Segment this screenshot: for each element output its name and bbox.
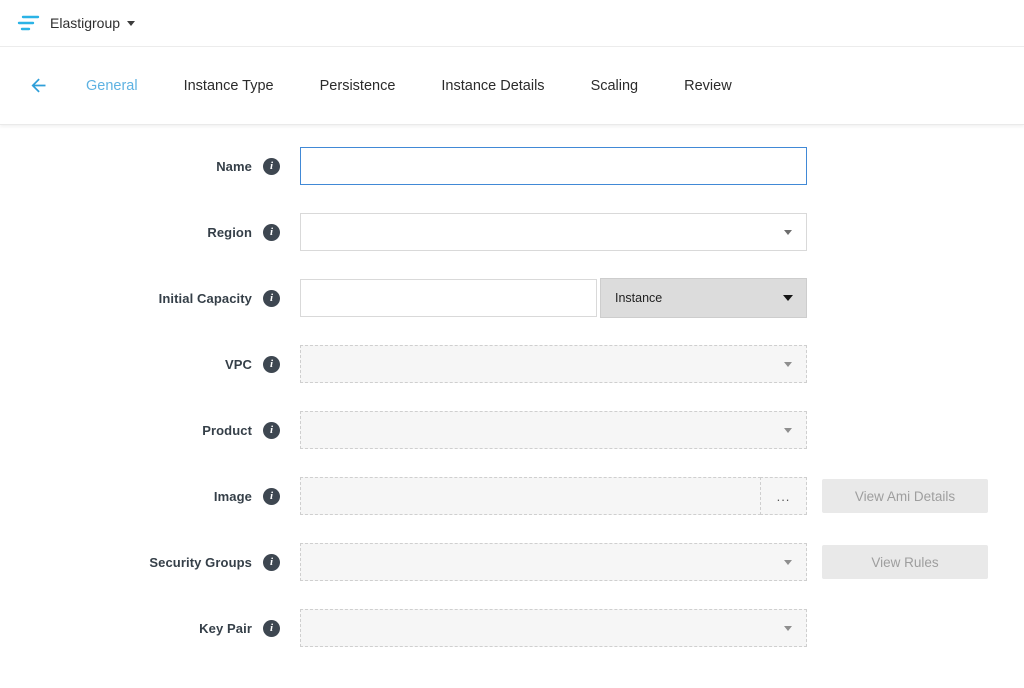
- info-icon[interactable]: i: [263, 290, 280, 307]
- image-label: Image: [0, 489, 252, 504]
- tab-instance-details[interactable]: Instance Details: [441, 78, 544, 94]
- tab-instance-type[interactable]: Instance Type: [184, 78, 274, 94]
- initial-capacity-input[interactable]: [300, 279, 597, 317]
- chevron-down-icon: [784, 230, 792, 235]
- info-icon[interactable]: i: [263, 224, 280, 241]
- wizard-tab-bar: General Instance Type Persistence Instan…: [0, 47, 1024, 125]
- top-bar: Elastigroup: [0, 0, 1024, 47]
- view-ami-details-button[interactable]: View Ami Details: [822, 479, 988, 513]
- info-icon[interactable]: i: [263, 422, 280, 439]
- tab-persistence[interactable]: Persistence: [320, 78, 396, 94]
- product-select: [300, 411, 807, 449]
- tab-general[interactable]: General: [86, 78, 138, 94]
- info-icon[interactable]: i: [263, 158, 280, 175]
- info-icon[interactable]: i: [263, 488, 280, 505]
- form-row-key-pair: Key Pair i: [0, 609, 1024, 647]
- capacity-unit-select[interactable]: Instance: [600, 278, 807, 318]
- chevron-down-icon: [784, 428, 792, 433]
- image-browse-button[interactable]: ...: [760, 477, 807, 515]
- info-icon[interactable]: i: [263, 356, 280, 373]
- form-row-security-groups: Security Groups i View Rules: [0, 543, 1024, 581]
- vpc-label: VPC: [0, 357, 252, 372]
- chevron-down-icon[interactable]: [127, 21, 135, 26]
- form-row-image: Image i ... View Ami Details: [0, 477, 1024, 515]
- key-pair-label: Key Pair: [0, 621, 252, 636]
- name-input[interactable]: [300, 147, 807, 185]
- product-label: Product: [0, 423, 252, 438]
- region-label: Region: [0, 225, 252, 240]
- form-row-initial-capacity: Initial Capacity i Instance: [0, 279, 1024, 317]
- general-settings-form: Name i Region i Initial Capacity i Insta…: [0, 125, 1024, 647]
- initial-capacity-label: Initial Capacity: [0, 291, 252, 306]
- chevron-down-icon: [784, 560, 792, 565]
- form-row-name: Name i: [0, 147, 1024, 185]
- key-pair-select: [300, 609, 807, 647]
- elastigroup-logo-icon: [15, 14, 41, 32]
- back-arrow-icon: [28, 75, 49, 96]
- security-groups-label: Security Groups: [0, 555, 252, 570]
- info-icon[interactable]: i: [263, 554, 280, 571]
- security-groups-select: [300, 543, 807, 581]
- info-icon[interactable]: i: [263, 620, 280, 637]
- back-button[interactable]: [26, 74, 50, 98]
- capacity-unit-value: Instance: [615, 291, 662, 305]
- form-row-product: Product i: [0, 411, 1024, 449]
- tab-review[interactable]: Review: [684, 78, 732, 94]
- chevron-down-icon: [783, 295, 793, 301]
- wizard-tabs: General Instance Type Persistence Instan…: [86, 78, 778, 94]
- name-label: Name: [0, 159, 252, 174]
- vpc-select: [300, 345, 807, 383]
- tab-scaling[interactable]: Scaling: [591, 78, 639, 94]
- image-input: [300, 477, 761, 515]
- app-name[interactable]: Elastigroup: [50, 15, 120, 31]
- region-select[interactable]: [300, 213, 807, 251]
- chevron-down-icon: [784, 626, 792, 631]
- chevron-down-icon: [784, 362, 792, 367]
- view-rules-button[interactable]: View Rules: [822, 545, 988, 579]
- form-row-region: Region i: [0, 213, 1024, 251]
- form-row-vpc: VPC i: [0, 345, 1024, 383]
